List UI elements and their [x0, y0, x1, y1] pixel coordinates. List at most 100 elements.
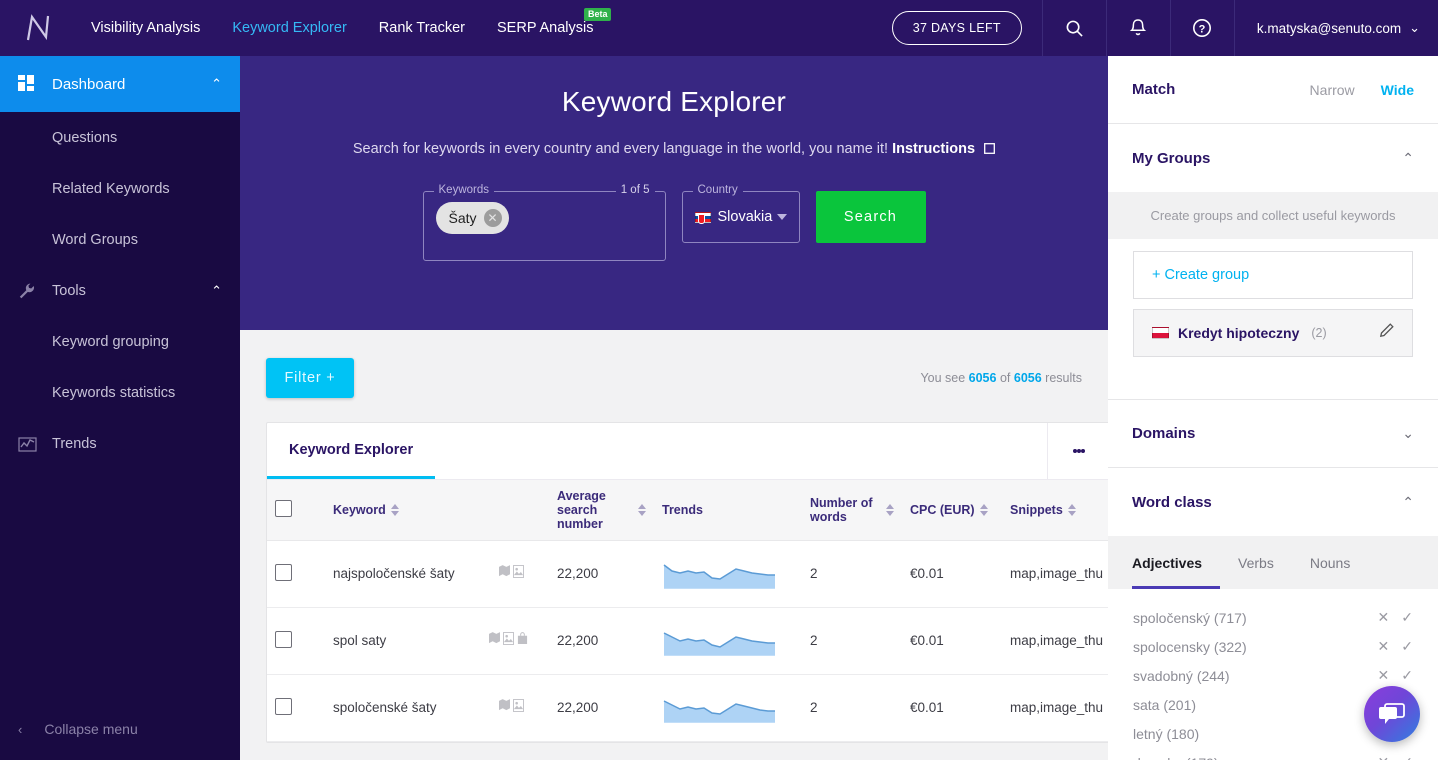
list-item[interactable]: spoločenský (717) ✕ ✓ [1133, 603, 1413, 632]
chevron-up-icon[interactable]: ⌃ [1402, 150, 1414, 167]
x-icon[interactable]: ✕ [1378, 667, 1390, 684]
list-item[interactable]: damska (179) ✕ ✓ [1133, 748, 1413, 760]
collapse-menu-button[interactable]: ‹ Collapse menu [0, 708, 240, 750]
pencil-icon[interactable] [1379, 323, 1394, 343]
column-snippets[interactable]: Snippets [1002, 480, 1108, 541]
list-item[interactable]: svadobný (244) ✕ ✓ [1133, 661, 1413, 690]
help-question-icon[interactable]: ? [1169, 0, 1234, 56]
table-header-row: Keyword Average search number Trends Num… [267, 480, 1108, 541]
kebab-dot [1072, 449, 1077, 453]
user-account-menu[interactable]: k.matyska@senuto.com ⌄ [1233, 0, 1438, 56]
chevron-down-icon[interactable] [776, 214, 787, 220]
check-icon[interactable]: ✓ [1401, 667, 1413, 684]
sidebar-item-keywords-statistics[interactable]: Keywords statistics [0, 367, 240, 418]
sidebar-item-questions[interactable]: Questions [0, 112, 240, 163]
right-panel: Match Narrow Wide My Groups ⌃ Create gro… [1108, 56, 1438, 760]
column-label: Number of words [810, 495, 873, 524]
chevron-down-icon[interactable]: ⌄ [1402, 425, 1414, 442]
check-icon[interactable]: ✓ [1401, 754, 1413, 760]
check-icon[interactable]: ✓ [1401, 609, 1413, 626]
sort-icon[interactable] [390, 503, 399, 516]
search-icon[interactable] [1041, 0, 1106, 56]
chart-line-icon [18, 435, 52, 453]
hero-banner: Keyword Explorer Search for keywords in … [240, 56, 1108, 330]
keyword-chip[interactable]: Šaty ✕ [435, 202, 509, 234]
my-groups-section-header[interactable]: My Groups ⌃ [1108, 124, 1438, 192]
nav-item-visibility-analysis[interactable]: Visibility Analysis [75, 0, 216, 56]
column-keyword[interactable]: Keyword [325, 480, 549, 541]
nav-item-keyword-explorer[interactable]: Keyword Explorer [216, 0, 362, 56]
table-row[interactable]: najspoločenské šaty 22,200 2 €0.01 map,i… [267, 540, 1108, 608]
sidebar-item-label: Tools [52, 282, 86, 299]
tab-nouns[interactable]: Nouns [1292, 536, 1368, 589]
sort-icon[interactable] [979, 503, 988, 516]
domains-section-header[interactable]: Domains ⌄ [1108, 400, 1438, 468]
match-option-narrow[interactable]: Narrow [1310, 82, 1355, 98]
notifications-bell-icon[interactable] [1105, 0, 1170, 56]
sort-icon[interactable] [1067, 503, 1076, 516]
table-head: Keyword Average search number Trends Num… [267, 480, 1108, 541]
poland-flag-icon [1152, 327, 1169, 339]
chevron-up-icon[interactable]: ⌃ [1402, 494, 1414, 511]
senuto-logo-icon[interactable] [0, 0, 75, 56]
x-icon[interactable]: ✕ [1378, 754, 1390, 760]
select-all-checkbox[interactable] [275, 499, 292, 517]
app-root: Visibility Analysis Keyword Explorer Ran… [0, 0, 1438, 760]
results-word-label: results [1045, 371, 1082, 385]
chat-bubbles-icon[interactable] [1364, 686, 1420, 742]
match-section-header: Match Narrow Wide [1108, 56, 1438, 124]
cell-number-of-words: 2 [802, 607, 902, 675]
table-row[interactable]: spoločenské šaty 22,200 2 €0.01 map,imag… [267, 674, 1108, 742]
keyword-text: spol saty [333, 633, 387, 648]
sidebar-item-keyword-grouping[interactable]: Keyword grouping [0, 316, 240, 367]
tab-keyword-explorer[interactable]: Keyword Explorer [267, 423, 436, 479]
keyword-chip-label: Šaty [448, 210, 477, 226]
country-select[interactable]: Country Slovakia [681, 184, 800, 243]
column-label: Keyword [333, 502, 386, 517]
sidebar-item-dashboard[interactable]: Dashboard ⌃ [0, 56, 240, 112]
row-checkbox[interactable] [275, 697, 292, 715]
x-icon[interactable]: ✕ [1378, 638, 1390, 655]
sidebar-item-trends[interactable]: Trends [0, 418, 240, 469]
list-item[interactable]: spolocensky (322) ✕ ✓ [1133, 632, 1413, 661]
search-button[interactable]: Search [815, 191, 926, 243]
keywords-table: Keyword Average search number Trends Num… [267, 480, 1108, 742]
results-of-label: of [999, 371, 1011, 385]
trial-days-left-button[interactable]: 37 DAYS LEFT [891, 11, 1022, 45]
sidebar-item-tools[interactable]: Tools ⌃ [0, 265, 240, 316]
row-checkbox[interactable] [275, 630, 292, 648]
create-group-button[interactable]: + Create group [1133, 251, 1413, 299]
nav-item-rank-tracker[interactable]: Rank Tracker [363, 0, 481, 56]
word-class-label: spolocensky (322) [1133, 638, 1247, 655]
image-icon [513, 699, 524, 712]
word-class-section-header[interactable]: Word class ⌃ [1108, 468, 1438, 536]
tab-adjectives[interactable]: Adjectives [1132, 536, 1220, 589]
kebab-menu-icon[interactable] [1047, 423, 1108, 479]
sort-icon[interactable] [638, 503, 646, 516]
table-body: najspoločenské šaty 22,200 2 €0.01 map,i… [267, 540, 1108, 742]
word-class-tabs: Adjectives Verbs Nouns [1108, 536, 1438, 589]
external-link-icon[interactable] [984, 142, 996, 158]
group-name: Kredyt hipoteczny [1178, 325, 1300, 341]
sidebar-item-label: Dashboard [52, 75, 126, 93]
sidebar-item-related-keywords[interactable]: Related Keywords [0, 163, 240, 214]
group-item-kredyt-hipoteczny[interactable]: Kredyt hipoteczny (2) [1133, 309, 1413, 357]
sidebar-item-word-groups[interactable]: Word Groups [0, 214, 240, 265]
row-checkbox[interactable] [275, 563, 292, 581]
table-row[interactable]: spol saty 22,200 2 €0.01 map,image_thu [267, 607, 1108, 675]
match-option-wide[interactable]: Wide [1381, 82, 1414, 98]
word-class-label: letný (180) [1133, 725, 1200, 742]
check-icon[interactable]: ✓ [1401, 638, 1413, 655]
column-number-of-words[interactable]: Number of words [802, 480, 902, 541]
tab-verbs[interactable]: Verbs [1220, 536, 1292, 589]
sidebar-item-label: Keyword grouping [52, 333, 169, 350]
column-average-search-number[interactable]: Average search number [549, 480, 654, 541]
column-cpc[interactable]: CPC (EUR) [902, 480, 1002, 541]
instructions-link[interactable]: Instructions [892, 141, 975, 157]
nav-item-serp-analysis[interactable]: SERP Analysis Beta [481, 0, 612, 56]
x-icon[interactable]: ✕ [1378, 609, 1390, 626]
keywords-input-field[interactable]: Keywords 1 of 5 Šaty ✕ [422, 184, 666, 261]
filter-button[interactable]: Filter + [266, 358, 354, 398]
sort-icon[interactable] [886, 503, 894, 516]
close-icon[interactable]: ✕ [483, 209, 502, 227]
